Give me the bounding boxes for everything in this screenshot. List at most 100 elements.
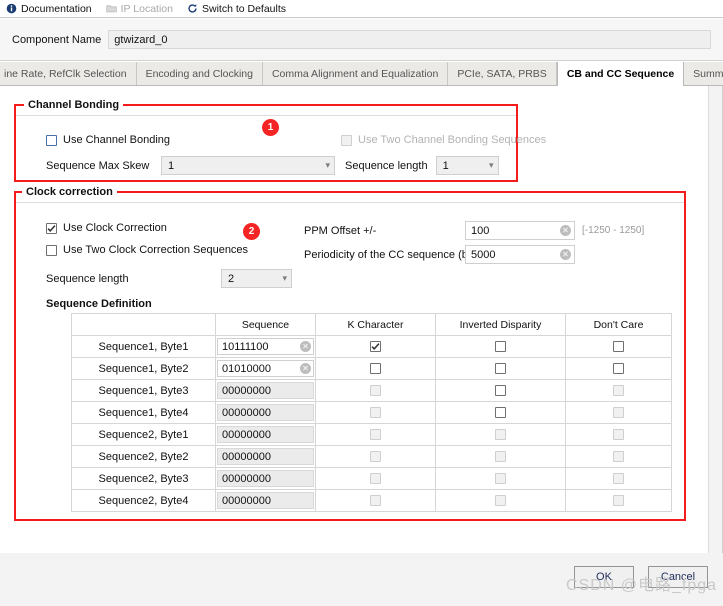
row-label: Sequence1, Byte2: [71, 357, 216, 380]
sequence-cell: ✕: [215, 357, 316, 380]
use-clock-correction-checkbox[interactable]: [46, 222, 57, 234]
k-character-cell: [315, 423, 436, 446]
clear-icon[interactable]: ✕: [560, 249, 571, 260]
toolbar-item-switch-to-defaults[interactable]: Switch to Defaults: [187, 3, 286, 15]
use-two-cc-sequences-row[interactable]: Use Two Clock Correction Sequences: [46, 244, 248, 256]
row-label: Sequence2, Byte2: [71, 445, 216, 468]
col-header-rowname: [71, 313, 216, 336]
k-character-cell: [315, 467, 436, 490]
use-channel-bonding-checkbox[interactable]: [46, 134, 57, 146]
sequence-cell: [215, 467, 316, 490]
dont-care-cell: [565, 357, 672, 380]
use-two-cb-sequences-row[interactable]: Use Two Channel Bonding Sequences: [341, 134, 546, 146]
inverted-disparity-cell: [435, 335, 566, 358]
dont-care-cell: [565, 445, 672, 468]
use-clock-correction-row[interactable]: Use Clock Correction: [46, 222, 167, 234]
tab-encoding-and-clocking[interactable]: Encoding and Clocking: [136, 62, 263, 85]
dont-care-cell: [565, 423, 672, 446]
sequence-max-skew-label: Sequence Max Skew: [46, 159, 150, 172]
clock-correction-title: Clock correction: [22, 186, 117, 198]
checkmark-icon: [371, 343, 380, 350]
ok-button[interactable]: OK: [574, 566, 634, 588]
tab-content-cb-cc-sequence: Channel Bonding Use Channel Bonding Use …: [0, 86, 723, 553]
table-row: Sequence1, Byte1 ✕: [71, 335, 672, 358]
chevron-down-icon: ▾: [325, 160, 330, 170]
table-row: Sequence1, Byte3: [71, 379, 672, 402]
inverted-disparity-cell: [435, 467, 566, 490]
cancel-button[interactable]: Cancel: [648, 566, 708, 588]
table-row: Sequence2, Byte1: [71, 423, 672, 446]
sequence-input: [222, 472, 311, 485]
tab-line-rate-refclk-selection[interactable]: ine Rate, RefClk Selection: [0, 62, 137, 85]
toolbar-item-ip-location[interactable]: IP Location: [105, 2, 173, 15]
k-character-cell: [315, 401, 436, 424]
toolbar-label-ip-location: IP Location: [120, 2, 173, 15]
chevron-down-icon: ▾: [282, 273, 287, 283]
ppm-offset-hint: [-1250 - 1250]: [582, 225, 645, 236]
sequence-definition-title: Sequence Definition: [46, 298, 152, 310]
k-character-checkbox[interactable]: [370, 363, 381, 374]
tab-summary[interactable]: Summary: [684, 62, 723, 85]
dont-care-checkbox: [613, 429, 624, 440]
dont-care-checkbox: [613, 451, 624, 462]
sequence-input[interactable]: [222, 340, 296, 353]
inverted-disparity-checkbox[interactable]: [495, 363, 506, 374]
tab-pcie-sata-prbs[interactable]: PCIe, SATA, PRBS: [448, 62, 557, 85]
sequence-max-skew-select[interactable]: 1 ▾: [161, 156, 335, 175]
inverted-disparity-checkbox: [495, 429, 506, 440]
col-header-sequence: Sequence: [215, 313, 316, 336]
cc-sequence-length-row: Sequence length 2 ▾: [46, 269, 292, 288]
clock-correction-group: Clock correction Use Clock Correction Us…: [14, 186, 686, 521]
ppm-offset-input[interactable]: [471, 224, 556, 237]
cc-sequence-length-select[interactable]: 2 ▾: [221, 269, 292, 288]
ppm-offset-row: PPM Offset +/- ✕ [-1250 - 1250]: [304, 221, 644, 240]
sequence-input[interactable]: [222, 362, 296, 375]
inverted-disparity-cell: [435, 445, 566, 468]
use-two-cc-sequences-checkbox[interactable]: [46, 244, 57, 256]
row-label: Sequence1, Byte3: [71, 379, 216, 402]
inverted-disparity-cell: [435, 401, 566, 424]
dialog-footer: OK Cancel: [0, 553, 723, 606]
annotation-badge-1: 1: [262, 119, 279, 136]
use-two-cb-sequences-checkbox[interactable]: [341, 134, 352, 146]
k-character-checkbox: [370, 429, 381, 440]
cc-sequence-length-value: 2: [228, 272, 235, 285]
k-character-checkbox: [370, 495, 381, 506]
clear-icon[interactable]: ✕: [560, 225, 571, 236]
table-row: Sequence2, Byte3: [71, 467, 672, 490]
inverted-disparity-cell: [435, 357, 566, 380]
dont-care-checkbox[interactable]: [613, 341, 624, 352]
component-name-input[interactable]: [108, 30, 711, 49]
sequence-definition-table: Sequence K Character Inverted Disparity …: [71, 313, 672, 512]
sequence-cell: ✕: [215, 335, 316, 358]
table-body: Sequence1, Byte1✕Sequence1, Byte2 ✕ Sequen…: [71, 335, 672, 512]
tab-comma-alignment-and-equalization[interactable]: Comma Alignment and Equalization: [262, 62, 449, 85]
inverted-disparity-checkbox[interactable]: [495, 341, 506, 352]
top-toolbar: Documentation IP Location Switch to Defa…: [0, 0, 723, 18]
inverted-disparity-checkbox: [495, 495, 506, 506]
tab-label: Comma Alignment and Equalization: [271, 67, 439, 80]
toolbar-item-documentation[interactable]: Documentation: [6, 3, 92, 15]
sequence-cell: [215, 445, 316, 468]
right-scroll-strip[interactable]: [708, 86, 722, 553]
k-character-cell: [315, 445, 436, 468]
ppm-offset-field[interactable]: ✕: [465, 221, 575, 240]
periodicity-input[interactable]: [471, 248, 556, 261]
tab-cb-and-cc-sequence[interactable]: CB and CC Sequence: [556, 62, 685, 86]
use-channel-bonding-row[interactable]: Use Channel Bonding: [46, 134, 170, 146]
inverted-disparity-checkbox[interactable]: [495, 407, 506, 418]
periodicity-field[interactable]: ✕: [465, 245, 575, 264]
inverted-disparity-checkbox: [495, 451, 506, 462]
clear-icon[interactable]: ✕: [300, 341, 311, 352]
inverted-disparity-checkbox[interactable]: [495, 385, 506, 396]
inverted-disparity-cell: [435, 423, 566, 446]
k-character-checkbox[interactable]: [370, 341, 381, 352]
sequence-input: [222, 428, 311, 441]
dont-care-checkbox[interactable]: [613, 363, 624, 374]
tab-label: Summary: [693, 67, 723, 80]
periodicity-label: Periodicity of the CC sequence (bytes): [304, 248, 492, 261]
cb-sequence-length-select[interactable]: 1 ▾: [435, 156, 499, 175]
dont-care-checkbox: [613, 473, 624, 484]
clear-icon[interactable]: ✕: [300, 363, 311, 374]
table-header-row: Sequence K Character Inverted Disparity …: [71, 313, 672, 336]
